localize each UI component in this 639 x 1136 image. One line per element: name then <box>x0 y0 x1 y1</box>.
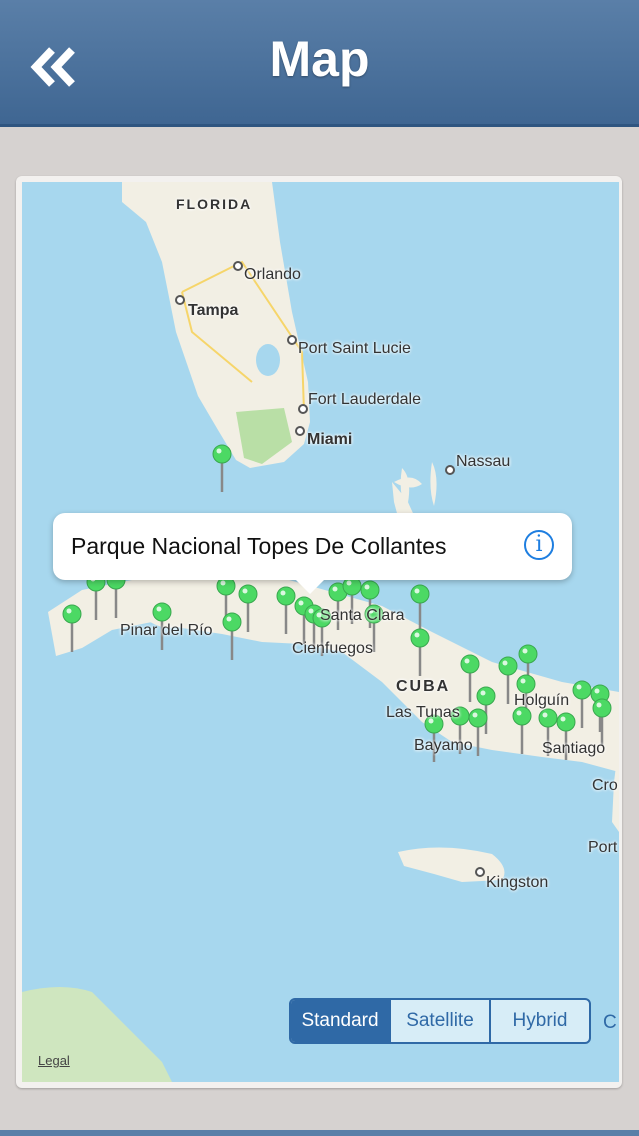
callout-title: Parque Nacional Topes De Collantes <box>71 533 447 559</box>
bottom-bar <box>0 1130 639 1136</box>
map-label-cienfuegos: Cienfuegos <box>292 640 373 657</box>
map-pin[interactable] <box>212 444 232 492</box>
map-label-bayamo: Bayamo <box>414 737 473 754</box>
map-label-fort-lauderdale: Fort Lauderdale <box>308 391 421 408</box>
map-view[interactable]: FLORIDA Orlando Tampa Port Saint Lucie F… <box>22 182 619 1082</box>
current-location-button[interactable]: C <box>603 1012 617 1034</box>
map-canvas[interactable] <box>22 182 619 1082</box>
lake-okeechobee <box>256 344 280 376</box>
legal-link[interactable]: Legal <box>38 1053 70 1068</box>
map-label-port: Port <box>588 839 618 856</box>
map-label-cro: Cro <box>592 777 618 794</box>
callout-pointer <box>296 580 324 594</box>
map-label-cuba: CUBA <box>396 678 451 695</box>
map-label-florida: FLORIDA <box>176 196 253 212</box>
map-label-kingston: Kingston <box>486 874 549 891</box>
map-type-segmented-control[interactable]: Standard Satellite Hybrid <box>289 998 591 1044</box>
map-label-santiago: Santiago <box>542 740 606 757</box>
map-callout[interactable]: Parque Nacional Topes De Collantes i <box>53 513 572 594</box>
map-label-port-saint-lucie: Port Saint Lucie <box>298 340 411 357</box>
segment-satellite[interactable]: Satellite <box>389 1000 489 1042</box>
info-icon[interactable]: i <box>524 530 554 560</box>
map-label-las-tunas: Las Tunas <box>386 704 460 721</box>
map-label-pinar-del-rio: Pinar del Río <box>120 622 213 639</box>
segment-hybrid[interactable]: Hybrid <box>489 1000 589 1042</box>
segment-standard[interactable]: Standard <box>291 1000 389 1042</box>
map-label-santa-clara: Santa Clara <box>320 607 405 624</box>
map-label-holguin: Holguín <box>514 692 570 709</box>
map-label-orlando: Orlando <box>244 266 301 283</box>
map-label-nassau: Nassau <box>456 453 511 470</box>
map-label-miami: Miami <box>307 431 353 448</box>
map-label-tampa: Tampa <box>188 302 239 319</box>
navigation-bar: Map <box>0 0 639 127</box>
page-title: Map <box>269 31 370 87</box>
